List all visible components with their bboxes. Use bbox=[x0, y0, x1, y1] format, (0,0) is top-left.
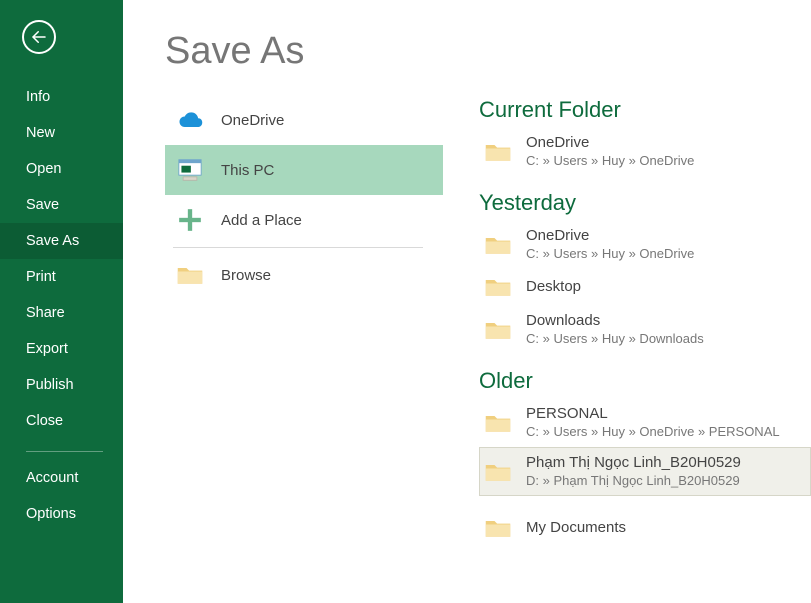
place-this-pc[interactable]: This PC bbox=[165, 145, 443, 195]
loc-name: Downloads bbox=[526, 312, 704, 331]
loc-item[interactable]: Downloads C: » Users » Huy » Downloads bbox=[479, 305, 811, 354]
folder-icon bbox=[484, 517, 512, 539]
loc-item[interactable]: PERSONAL C: » Users » Huy » OneDrive » P… bbox=[479, 398, 811, 447]
loc-name: OneDrive bbox=[526, 134, 694, 153]
nav-save-as[interactable]: Save As bbox=[0, 223, 123, 259]
locations-panel: Current Folder OneDrive C: » Users » Huy… bbox=[443, 95, 811, 603]
loc-name: OneDrive bbox=[526, 227, 694, 246]
loc-item[interactable]: My Documents bbox=[479, 510, 811, 546]
group-header-yesterday: Yesterday bbox=[479, 190, 811, 216]
place-browse[interactable]: Browse bbox=[165, 250, 443, 300]
place-label: Browse bbox=[221, 267, 271, 284]
place-label: Add a Place bbox=[221, 212, 302, 229]
nav-publish[interactable]: Publish bbox=[0, 367, 123, 403]
nav-export[interactable]: Export bbox=[0, 331, 123, 367]
nav-save[interactable]: Save bbox=[0, 187, 123, 223]
add-icon bbox=[173, 203, 207, 237]
place-label: OneDrive bbox=[221, 112, 284, 129]
folder-icon bbox=[484, 412, 512, 434]
loc-path: D: » Phạm Thị Ngọc Linh_B20H0529 bbox=[526, 473, 741, 489]
loc-item[interactable]: OneDrive C: » Users » Huy » OneDrive bbox=[479, 220, 811, 269]
back-button[interactable] bbox=[22, 20, 56, 54]
onedrive-icon bbox=[173, 103, 207, 137]
nav-close[interactable]: Close bbox=[0, 403, 123, 439]
folder-icon bbox=[484, 276, 512, 298]
folder-icon bbox=[173, 258, 207, 292]
nav-open[interactable]: Open bbox=[0, 151, 123, 187]
nav-share[interactable]: Share bbox=[0, 295, 123, 331]
loc-path: C: » Users » Huy » OneDrive bbox=[526, 246, 694, 262]
loc-name: My Documents bbox=[526, 519, 626, 538]
nav-options[interactable]: Options bbox=[0, 496, 123, 532]
loc-item[interactable]: Phạm Thị Ngọc Linh_B20H0529 D: » Phạm Th… bbox=[479, 447, 811, 496]
loc-item[interactable]: Desktop bbox=[479, 269, 811, 305]
nav-divider bbox=[26, 451, 103, 452]
place-add-place[interactable]: Add a Place bbox=[165, 195, 443, 245]
folder-icon bbox=[484, 319, 512, 341]
pc-icon bbox=[173, 153, 207, 187]
nav-new[interactable]: New bbox=[0, 115, 123, 151]
loc-name: Desktop bbox=[526, 278, 581, 297]
folder-icon bbox=[484, 141, 512, 163]
loc-item[interactable]: OneDrive C: » Users » Huy » OneDrive bbox=[479, 127, 811, 176]
nav-account[interactable]: Account bbox=[0, 460, 123, 496]
main-panel: Save As OneDrive This PC bbox=[123, 0, 811, 603]
group-header-current: Current Folder bbox=[479, 97, 811, 123]
backstage-sidebar: Info New Open Save Save As Print Share E… bbox=[0, 0, 123, 603]
loc-name: Phạm Thị Ngọc Linh_B20H0529 bbox=[526, 454, 741, 473]
folder-icon bbox=[484, 234, 512, 256]
folder-icon bbox=[484, 461, 512, 483]
loc-name: PERSONAL bbox=[526, 405, 780, 424]
nav-print[interactable]: Print bbox=[0, 259, 123, 295]
back-arrow-icon bbox=[30, 28, 48, 46]
place-onedrive[interactable]: OneDrive bbox=[165, 95, 443, 145]
places-divider bbox=[173, 247, 423, 248]
places-list: OneDrive This PC bbox=[165, 95, 443, 603]
page-title: Save As bbox=[165, 30, 811, 73]
nav-info[interactable]: Info bbox=[0, 79, 123, 115]
loc-path: C: » Users » Huy » OneDrive bbox=[526, 153, 694, 169]
loc-path: C: » Users » Huy » OneDrive » PERSONAL bbox=[526, 424, 780, 440]
loc-path: C: » Users » Huy » Downloads bbox=[526, 331, 704, 347]
place-label: This PC bbox=[221, 162, 274, 179]
group-header-older: Older bbox=[479, 368, 811, 394]
